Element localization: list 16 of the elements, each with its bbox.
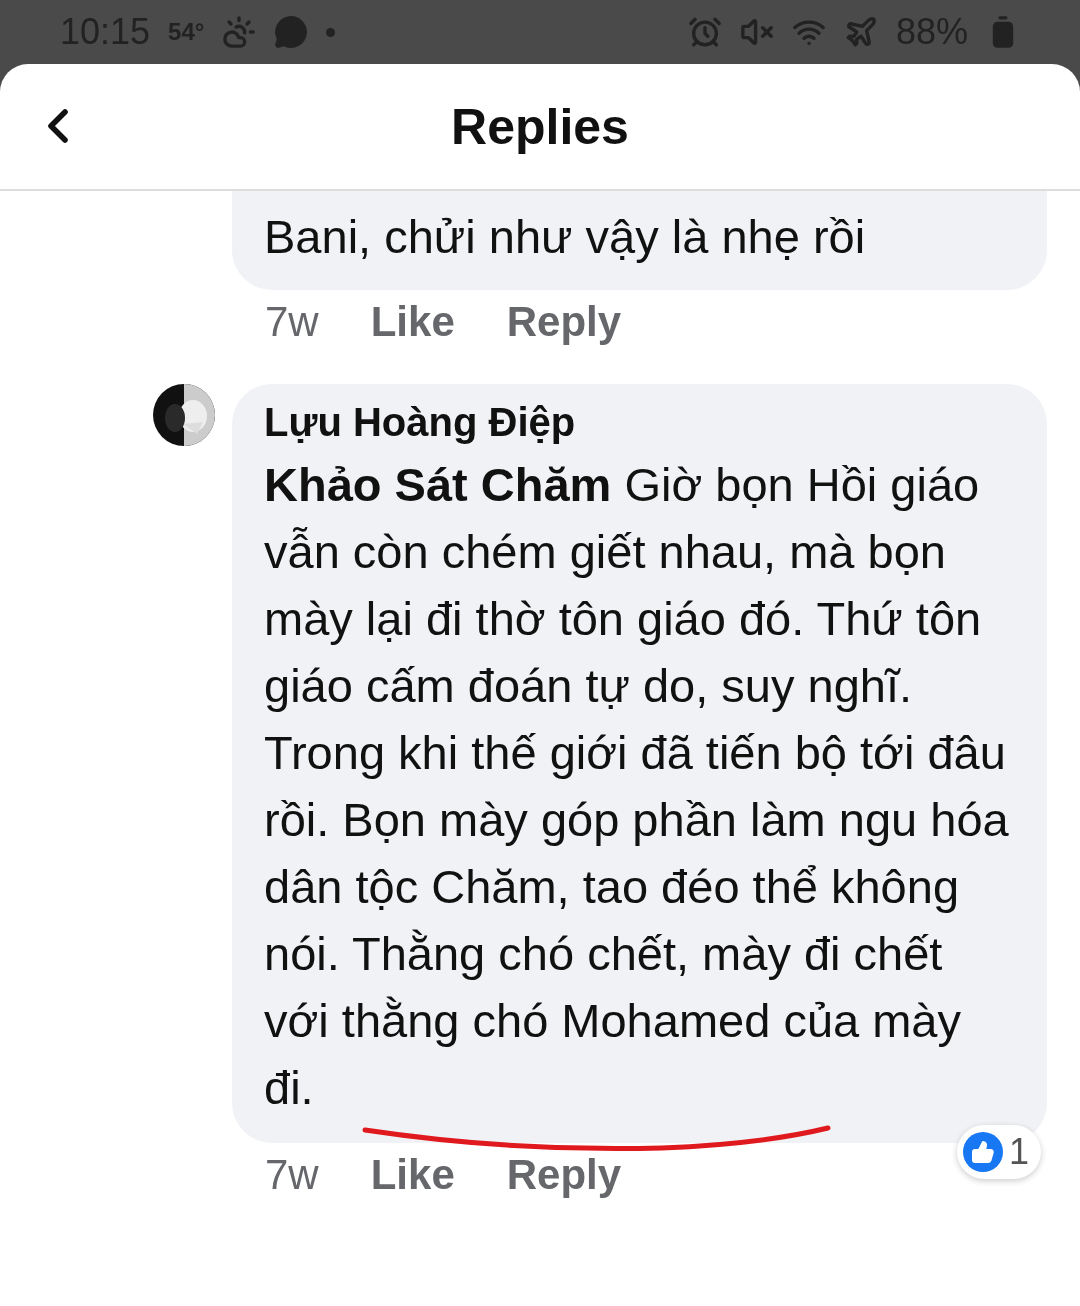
author-name[interactable]: Lựu Hoàng Điệp (264, 400, 1027, 445)
alarm-icon (687, 15, 722, 49)
reaction-number: 1 (1008, 1131, 1029, 1173)
like-link[interactable]: Like (370, 1151, 455, 1199)
weather-icon (222, 15, 257, 49)
reply-link[interactable]: Reply (506, 298, 622, 346)
comment-time: 7w (265, 298, 319, 346)
comment-text: Khảo Sát Chăm Giờ bọn Hồi giáo vẫn còn chém giết nhau, mà bọn mày lại đi thờ tôn giáo đó. Thứ tôn giáo cấm đoán tự do, suy nghĩ. Trong khi thế giới đã tiến bộ tới đâu rồi. Bọn mày góp phần làm ngu hóa dân tộc Chăm, tao đéo thể không nói. Thằng chó chết, mày đi chết với thằng chó Mohamed của mày đi. (264, 457, 1009, 1116)
comment-text: Bani, chửi như vậy là nhẹ rồi (264, 209, 867, 265)
like-link[interactable]: Like (370, 298, 455, 346)
page-title: Replies (451, 97, 629, 156)
notification-dot (326, 27, 336, 37)
comment-time: 7w (265, 1151, 319, 1199)
reply-link[interactable]: Reply (506, 1151, 622, 1199)
reaction-count[interactable]: 1 (956, 1125, 1041, 1179)
like-reaction-icon (962, 1132, 1003, 1172)
